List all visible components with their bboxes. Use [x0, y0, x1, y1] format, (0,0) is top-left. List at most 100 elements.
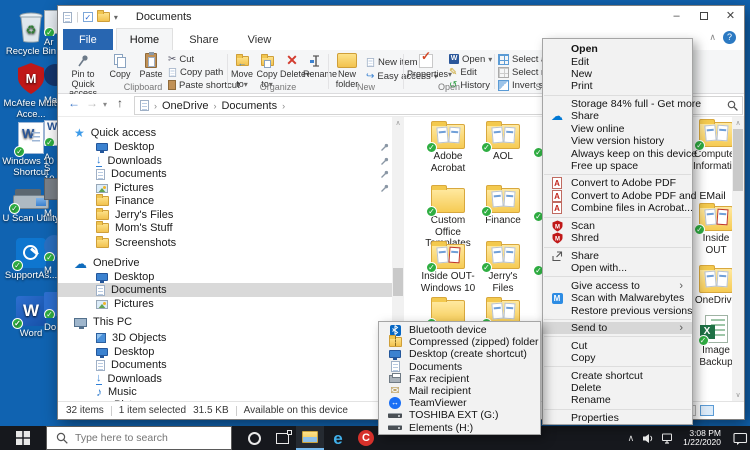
rename-button[interactable]: Rename — [303, 52, 329, 80]
nav-qa-moms-stuff[interactable]: Mom's Stuff — [58, 221, 392, 235]
menu-item-send-to[interactable]: Send to› — [543, 322, 692, 334]
file-finance[interactable]: ✓ Finance — [478, 183, 528, 227]
taskbar-search[interactable] — [46, 426, 232, 450]
partial-desktop-icon[interactable] — [44, 178, 57, 204]
nav-pc-3d-objects[interactable]: 3D Objects — [58, 331, 392, 345]
up-button[interactable]: ↑ — [117, 96, 123, 110]
action-center-icon[interactable] — [733, 432, 748, 445]
menu-item-storage[interactable]: Storage 84% full - Get more — [543, 98, 692, 110]
partial-desktop-icon[interactable]: ✓ — [44, 292, 57, 318]
nav-this-pc[interactable]: This PC — [58, 315, 392, 329]
nav-qa-pictures[interactable]: Pictures — [58, 181, 392, 195]
scroll-up-icon[interactable]: ∧ — [732, 119, 744, 127]
taskbar-ccleaner[interactable]: C — [352, 426, 380, 450]
open-button[interactable]: WOpen▾ — [449, 53, 492, 65]
menu-item-copy[interactable]: Copy — [543, 352, 692, 364]
nav-qa-screenshots[interactable]: Screenshots — [58, 236, 392, 250]
menu-item-rename[interactable]: Rename — [543, 394, 692, 406]
sendto-documents[interactable]: Documents — [379, 361, 540, 373]
cortana-button[interactable] — [240, 426, 268, 450]
tab-home[interactable]: Home — [116, 28, 173, 50]
nav-od-desktop[interactable]: Desktop — [58, 270, 392, 284]
back-button[interactable]: ← — [68, 96, 80, 110]
partial-desktop-icon[interactable]: W✓ — [44, 120, 57, 146]
nav-pc-desktop[interactable]: Desktop — [58, 345, 392, 359]
nav-qa-jerrys-files[interactable]: Jerry's Files — [58, 208, 392, 222]
delete-button[interactable]: ✕ Delete▾ — [280, 52, 304, 80]
menu-item-shred[interactable]: MShred — [543, 232, 692, 244]
qat-properties-icon[interactable]: ✓ — [83, 12, 93, 22]
nav-pc-documents[interactable]: Documents — [58, 358, 392, 372]
menu-item-combine-acrobat[interactable]: ACombine files in Acrobat... — [543, 202, 692, 214]
file-inside-out[interactable]: ✓ Inside OUT — [693, 201, 732, 256]
menu-item-properties[interactable]: Properties — [543, 412, 692, 424]
menu-item-convert-pdf-email[interactable]: AConvert to Adobe PDF and EMail — [543, 190, 692, 202]
nav-pc-music[interactable]: ♪Music — [58, 385, 392, 399]
partial-desktop-icon[interactable] — [44, 64, 57, 90]
tab-view[interactable]: View — [235, 29, 285, 51]
sendto-zip-folder[interactable]: Compressed (zipped) folder — [379, 336, 540, 348]
file-onedrive-folder[interactable]: OneDrive — [693, 263, 732, 307]
nav-scrollbar-thumb[interactable] — [393, 268, 403, 296]
nav-qa-downloads[interactable]: ↓Downloads — [58, 154, 392, 168]
thumbnail-view-icon[interactable] — [700, 405, 714, 416]
menu-item-print[interactable]: Print — [543, 80, 692, 92]
file-adobe-acrobat[interactable]: ✓ Adobe Acrobat — [420, 119, 476, 174]
taskbar-file-explorer[interactable] — [296, 426, 324, 450]
tab-share[interactable]: Share — [176, 29, 231, 51]
qat-dropdown-icon[interactable]: ▾ — [114, 13, 118, 22]
menu-item-view-version-history[interactable]: View version history — [543, 135, 692, 147]
nav-pc-downloads[interactable]: ↓Downloads — [58, 372, 392, 386]
sendto-teamviewer[interactable]: ↔TeamViewer — [379, 397, 540, 409]
start-button[interactable] — [0, 426, 46, 450]
tray-clock[interactable]: 3:08 PM 1/22/2020 — [683, 429, 721, 448]
maximize-button[interactable] — [690, 6, 717, 26]
edit-button[interactable]: ✎Edit — [449, 66, 477, 78]
cut-button[interactable]: ✂Cut — [168, 53, 194, 65]
file-computer-information[interactable]: ✓ Computer Information — [693, 117, 732, 172]
menu-item-free-up-space[interactable]: Free up space — [543, 160, 692, 172]
sendto-mail[interactable]: ✉Mail recipient — [379, 385, 540, 397]
sendto-bluetooth[interactable]: Bluetooth device — [379, 324, 540, 336]
menu-item-cut[interactable]: Cut — [543, 340, 692, 352]
tray-expand-icon[interactable]: ∧ — [628, 433, 635, 444]
sendto-toshiba-ext[interactable]: TOSHIBA EXT (G:) — [379, 409, 540, 421]
partial-desktop-icon[interactable]: ✓ — [44, 10, 57, 36]
copy-path-button[interactable]: Copy path — [168, 66, 223, 78]
nav-quick-access[interactable]: ★Quick access — [58, 126, 392, 140]
menu-item-give-access[interactable]: Give access to› — [543, 280, 692, 292]
menu-item-convert-pdf[interactable]: AConvert to Adobe PDF — [543, 177, 692, 189]
breadcrumb-onedrive[interactable]: OneDrive — [162, 100, 208, 112]
properties-button[interactable]: ✓ Properties▾ — [407, 52, 445, 80]
menu-item-delete[interactable]: Delete — [543, 382, 692, 394]
forward-button[interactable]: → — [86, 96, 98, 110]
sendto-elements[interactable]: Elements (H:) — [379, 422, 540, 434]
task-view-button[interactable] — [268, 426, 296, 450]
minimize-button[interactable]: – — [663, 6, 690, 26]
partial-desktop-icon[interactable]: ✓ — [44, 235, 57, 261]
menu-item-share-onedrive[interactable]: ☁Share — [543, 110, 692, 122]
taskbar-edge[interactable]: e — [324, 426, 352, 450]
menu-item-share[interactable]: Share — [543, 250, 692, 262]
nav-onedrive[interactable]: ☁OneDrive — [58, 256, 392, 270]
nav-od-pictures[interactable]: Pictures — [58, 297, 392, 311]
close-button[interactable]: ✕ — [717, 6, 744, 26]
help-icon[interactable]: ? — [723, 31, 736, 44]
scroll-down-icon[interactable]: ∨ — [732, 391, 744, 399]
file-scrollbar-thumb[interactable] — [733, 129, 743, 191]
file-aol[interactable]: ✓ AOL — [478, 119, 528, 163]
nav-qa-documents[interactable]: Documents — [58, 167, 392, 181]
nav-scroll-up-icon[interactable]: ∧ — [392, 119, 404, 127]
file-list-scrollbar[interactable]: ∧ ∨ — [732, 117, 744, 401]
qat-folder-icon[interactable] — [97, 12, 110, 22]
nav-od-documents-selected[interactable]: Documents — [58, 283, 392, 297]
sendto-fax[interactable]: Fax recipient — [379, 373, 540, 385]
menu-item-create-shortcut[interactable]: Create shortcut — [543, 369, 692, 381]
menu-item-view-online[interactable]: View online — [543, 123, 692, 135]
file-image-backup[interactable]: X✓ Image Backup — [693, 313, 732, 368]
breadcrumb-documents[interactable]: Documents — [221, 100, 277, 112]
copy-button[interactable]: Copy — [106, 52, 134, 80]
ribbon-collapse-icon[interactable]: ∧ — [709, 32, 716, 43]
menu-item-restore-previous[interactable]: Restore previous versions — [543, 304, 692, 316]
tab-file[interactable]: File — [63, 29, 113, 51]
